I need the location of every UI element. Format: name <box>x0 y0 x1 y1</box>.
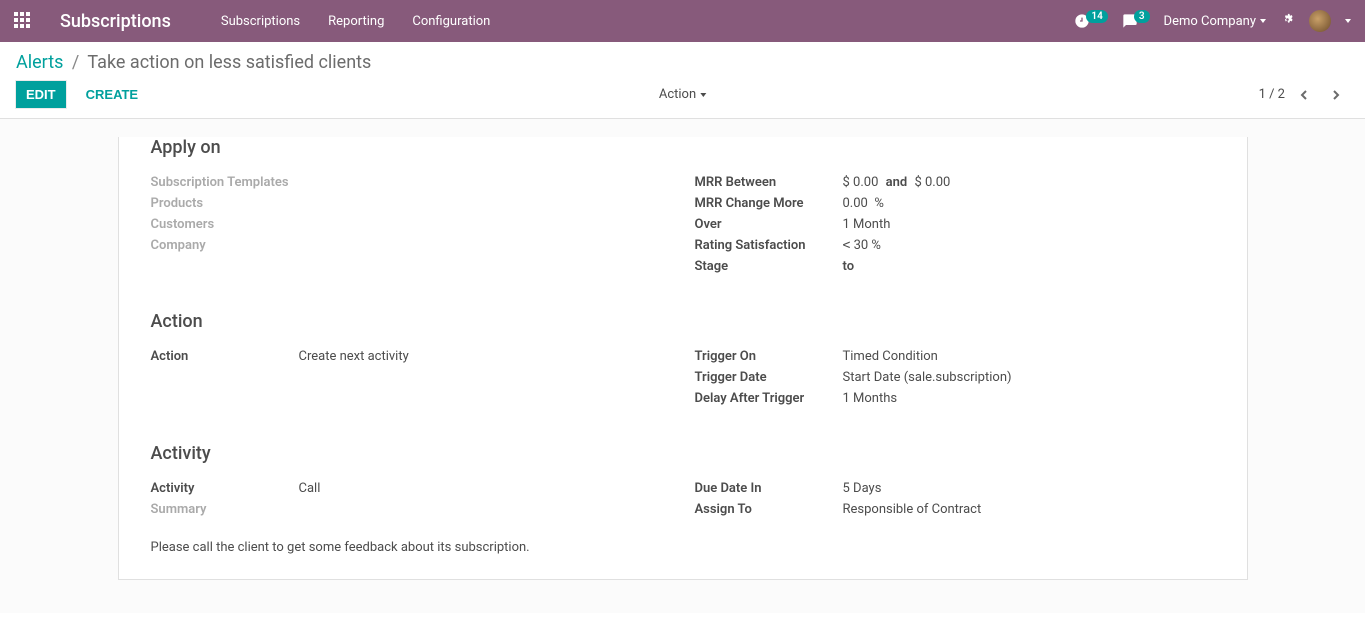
label-summary: Summary <box>151 499 299 520</box>
label-customers: Customers <box>151 214 299 235</box>
value-summary <box>299 499 671 520</box>
body: Apply on Subscription Templates Products… <box>0 119 1365 613</box>
user-menu-caret[interactable] <box>1345 19 1351 23</box>
section-action-title: Action <box>151 311 1215 332</box>
value-trigger-date: Start Date (sale.subscription) <box>843 367 1215 388</box>
activities-count: 14 <box>1086 10 1107 23</box>
value-customers <box>299 214 671 235</box>
due-value: 5 <box>843 481 850 496</box>
value-mrr-change: 0.00 % <box>843 193 1215 214</box>
action-left: Action Create next activity <box>151 346 671 409</box>
label-products: Products <box>151 193 299 214</box>
due-unit: Days <box>853 481 881 496</box>
value-rating: < 30 % <box>843 235 1215 256</box>
chevron-down-icon <box>1260 19 1266 23</box>
label-assign-to: Assign To <box>695 499 843 520</box>
group-apply-on: Subscription Templates Products Customer… <box>151 172 1215 277</box>
scroll-area[interactable]: Apply on Subscription Templates Products… <box>0 119 1365 613</box>
company-name: Demo Company <box>1164 14 1256 29</box>
breadcrumb: Alerts / Take action on less satisfied c… <box>16 52 1349 73</box>
section-apply-on-title: Apply on <box>151 137 1215 158</box>
label-activity: Activity <box>151 478 299 499</box>
nav-link-configuration[interactable]: Configuration <box>412 14 490 29</box>
avatar[interactable] <box>1309 10 1331 32</box>
group-action: Action Create next activity Trigger On T… <box>151 346 1215 409</box>
apps-icon[interactable] <box>14 12 32 30</box>
value-delay: 1 Months <box>843 388 1215 409</box>
mrr-to: $ 0.00 <box>914 175 950 190</box>
nav-right: 14 3 Demo Company <box>1074 10 1351 32</box>
mrr-from: $ 0.00 <box>843 175 879 190</box>
breadcrumb-separator: / <box>72 52 79 73</box>
create-button[interactable]: CREATE <box>76 81 148 108</box>
mrr-change-unit: % <box>874 196 884 211</box>
value-stage: to <box>843 256 1215 277</box>
pager-prev[interactable] <box>1291 82 1317 108</box>
nav-link-subscriptions[interactable]: Subscriptions <box>221 14 300 29</box>
group-activity: Activity Call Summary Due Date In <box>151 478 1215 520</box>
label-trigger-on: Trigger On <box>695 346 843 367</box>
nav-menu: Subscriptions Reporting Configuration <box>221 14 491 29</box>
rating-value: 30 <box>854 238 869 253</box>
activities-button[interactable]: 14 <box>1074 13 1107 29</box>
navbar: Subscriptions Subscriptions Reporting Co… <box>0 0 1365 42</box>
messages-count: 3 <box>1134 10 1150 23</box>
value-over: 1 Month <box>843 214 1215 235</box>
breadcrumb-parent[interactable]: Alerts <box>16 52 63 73</box>
value-company <box>299 235 671 256</box>
edit-button[interactable]: EDIT <box>16 81 66 108</box>
label-mrr-between: MRR Between <box>695 172 843 193</box>
value-trigger-on: Timed Condition <box>843 346 1215 367</box>
company-selector[interactable]: Demo Company <box>1164 14 1266 29</box>
label-action: Action <box>151 346 299 367</box>
label-trigger-date: Trigger Date <box>695 367 843 388</box>
label-stage: Stage <box>695 256 843 277</box>
value-products <box>299 193 671 214</box>
action-menu-label: Action <box>659 87 696 102</box>
label-due-date: Due Date In <box>695 478 843 499</box>
messages-button[interactable]: 3 <box>1122 13 1150 29</box>
action-right: Trigger On Timed Condition Trigger Date … <box>695 346 1215 409</box>
label-delay: Delay After Trigger <box>695 388 843 409</box>
mrr-and: and <box>886 175 908 190</box>
chevron-right-icon <box>1331 90 1341 100</box>
value-mrr-between: $ 0.00 and $ 0.00 <box>843 172 1215 193</box>
control-panel: EDIT CREATE Action 1 / 2 <box>0 73 1365 119</box>
activity-note: Please call the client to get some feedb… <box>151 540 1215 555</box>
stage-to: to <box>843 259 855 274</box>
label-rating: Rating Satisfaction <box>695 235 843 256</box>
nav-link-reporting[interactable]: Reporting <box>328 14 384 29</box>
brand[interactable]: Subscriptions <box>60 11 171 32</box>
label-company: Company <box>151 235 299 256</box>
action-menu[interactable]: Action <box>659 87 706 102</box>
delay-value: 1 <box>843 391 850 406</box>
chevron-left-icon <box>1299 90 1309 100</box>
activity-left: Activity Call Summary <box>151 478 671 520</box>
rating-unit: % <box>871 238 881 253</box>
value-due-date: 5 Days <box>843 478 1215 499</box>
rating-op: < <box>843 238 851 253</box>
value-action: Create next activity <box>299 346 671 367</box>
apply-on-right: MRR Between $ 0.00 and $ 0.00 MRR Change… <box>695 172 1215 277</box>
breadcrumb-row: Alerts / Take action on less satisfied c… <box>0 42 1365 73</box>
pager-text[interactable]: 1 / 2 <box>1259 87 1285 102</box>
label-subscription-templates: Subscription Templates <box>151 172 299 193</box>
value-activity: Call <box>299 478 671 499</box>
delay-unit: Months <box>853 391 897 406</box>
cp-right: 1 / 2 <box>1259 82 1349 108</box>
value-assign-to: Responsible of Contract <box>843 499 1215 520</box>
chevron-down-icon <box>700 93 706 97</box>
mrr-change-value: 0.00 <box>843 196 868 211</box>
activity-right: Due Date In 5 Days Assign To Responsible… <box>695 478 1215 520</box>
value-subscription-templates <box>299 172 671 193</box>
debug-icon[interactable] <box>1280 12 1295 31</box>
pager-next[interactable] <box>1323 82 1349 108</box>
cp-center: Action <box>659 87 706 102</box>
label-mrr-change: MRR Change More <box>695 193 843 214</box>
breadcrumb-current: Take action on less satisfied clients <box>87 52 371 73</box>
apply-on-left: Subscription Templates Products Customer… <box>151 172 671 277</box>
form-sheet: Apply on Subscription Templates Products… <box>118 137 1248 580</box>
label-over: Over <box>695 214 843 235</box>
section-activity-title: Activity <box>151 443 1215 464</box>
